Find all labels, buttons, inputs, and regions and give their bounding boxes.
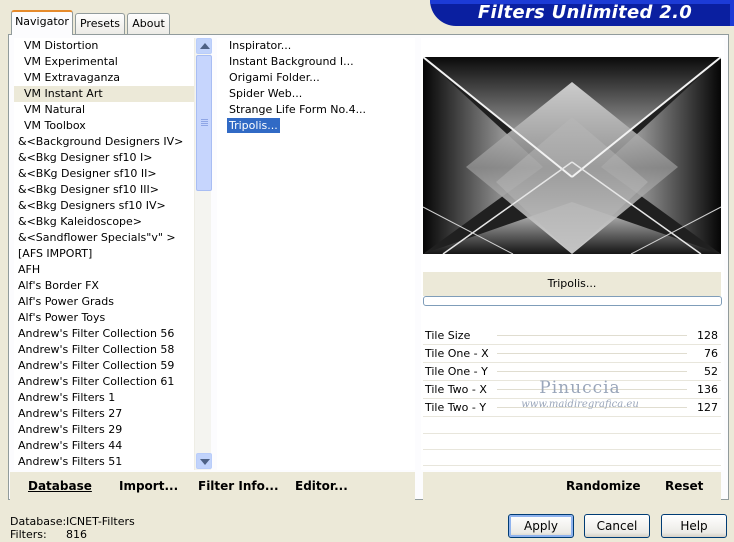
reset-label: Reset — [665, 479, 704, 493]
filter-item-label: Instant Background I... — [229, 55, 354, 68]
filter-item-label: Spider Web... — [229, 87, 303, 100]
category-item[interactable]: Andrew's Filter Collection 61 — [14, 374, 194, 390]
tab-label: About — [132, 17, 165, 30]
filter-item-label: Origami Folder... — [229, 71, 320, 84]
category-item[interactable]: AFH — [14, 262, 194, 278]
scroll-thumb[interactable] — [196, 55, 212, 191]
category-item[interactable]: &<Bkg Designer sf10 I> — [14, 150, 194, 166]
chevron-up-icon — [200, 43, 210, 49]
filter-name-label: Tripolis... — [423, 272, 721, 296]
database-label: Database — [28, 479, 92, 493]
category-item[interactable]: &<Sandflower Specials"v" > — [14, 230, 194, 246]
parameter-slider[interactable] — [497, 353, 687, 354]
filter-list[interactable]: Inspirator... Instant Background I... Orig… — [217, 38, 415, 470]
filters-info-value: 816 — [66, 528, 87, 541]
filter-item[interactable]: Strange Life Form No.4... — [217, 102, 415, 118]
parameter-name: Tile One - Y — [425, 365, 488, 378]
tab-about[interactable]: About — [127, 13, 170, 34]
parameter-name: Tile One - X — [425, 347, 489, 360]
database-info-label: Database: — [10, 515, 67, 528]
randomize-label: Randomize — [566, 479, 641, 493]
category-item[interactable]: &<Background Designers IV> — [14, 134, 194, 150]
filter-item[interactable]: Instant Background I... — [217, 54, 415, 70]
category-item[interactable]: VM Experimental — [14, 54, 194, 70]
parameter-value: 136 — [697, 383, 718, 396]
parameter-value: 52 — [704, 365, 718, 378]
category-item[interactable]: &<BKg Designer sf10 II> — [14, 166, 194, 182]
parameter-value: 76 — [704, 347, 718, 360]
category-item[interactable]: &<Bkg Designer sf10 III> — [14, 182, 194, 198]
filters-info-label: Filters: — [10, 528, 47, 541]
watermark-name: Pinuccia — [539, 378, 621, 398]
filter-item[interactable]: Inspirator... — [217, 38, 415, 54]
reset-button[interactable]: Reset — [665, 478, 703, 494]
parameter-slider[interactable] — [497, 371, 687, 372]
filter-item-label: Inspirator... — [229, 39, 292, 52]
filter-preview — [423, 57, 721, 254]
import-label: Import... — [119, 479, 179, 493]
category-item[interactable]: VM Toolbox — [14, 118, 194, 134]
editor-label: Editor... — [295, 479, 348, 493]
tab-presets[interactable]: Presets — [75, 13, 125, 34]
tab-navigator[interactable]: Navigator — [11, 10, 73, 35]
category-list[interactable]: VM Distortion VM Experimental VM Extravaga… — [14, 38, 194, 470]
category-item[interactable]: &<Bkg Kaleidoscope> — [14, 214, 194, 230]
editor-button[interactable]: Editor... — [295, 478, 348, 494]
category-item[interactable]: Alf's Power Grads — [14, 294, 194, 310]
filter-item[interactable]: Origami Folder... — [217, 70, 415, 86]
import-button[interactable]: Import... — [119, 478, 178, 494]
cancel-button[interactable]: Cancel — [584, 514, 650, 538]
category-item[interactable]: Andrew's Filter Collection 56 — [14, 326, 194, 342]
help-button[interactable]: Help — [661, 514, 727, 538]
category-item[interactable]: &<Bkg Designers sf10 IV> — [14, 198, 194, 214]
database-info-value: ICNET-Filters — [66, 515, 135, 528]
parameter-slider[interactable] — [497, 335, 687, 336]
filter-item[interactable]: Tripolis... — [217, 118, 415, 134]
filter-item-label: Strange Life Form No.4... — [229, 103, 367, 116]
filter-item-label: Tripolis... — [227, 118, 280, 133]
parameter-row[interactable]: Tile One - X 76 — [423, 345, 721, 363]
category-item[interactable]: VM Natural — [14, 102, 194, 118]
category-item[interactable]: VM Extravaganza — [14, 70, 194, 86]
scroll-down-button[interactable] — [196, 453, 212, 469]
category-item[interactable]: [AFS IMPORT] — [14, 246, 194, 262]
window-title: Filters Unlimited 2.0 — [477, 2, 693, 23]
tab-label: Navigator — [15, 15, 69, 28]
scroll-up-button[interactable] — [196, 38, 212, 54]
apply-button[interactable]: Apply — [508, 514, 574, 538]
category-item[interactable]: Andrew's Filters 29 — [14, 422, 194, 438]
category-item[interactable]: Alf's Power Toys — [14, 310, 194, 326]
parameter-name: Tile Size — [425, 329, 471, 342]
parameter-name: Tile Two - X — [425, 383, 487, 396]
parameter-row[interactable]: Tile Size 128 — [423, 327, 721, 345]
category-item[interactable]: Andrew's Filter Collection 59 — [14, 358, 194, 374]
category-item[interactable]: Andrew's Filters 27 — [14, 406, 194, 422]
category-item[interactable]: VM Instant Art — [14, 86, 194, 102]
filter-info-label: Filter Info... — [198, 479, 279, 493]
parameter-value: 128 — [697, 329, 718, 342]
category-item[interactable]: Andrew's Filters 1 — [14, 390, 194, 406]
database-button[interactable]: Database — [28, 478, 92, 494]
randomize-button[interactable]: Randomize — [566, 478, 640, 494]
empty-parameter-row — [423, 450, 721, 466]
category-item[interactable]: VM Distortion — [14, 38, 194, 54]
empty-parameter-row — [423, 434, 721, 450]
watermark-url: www.maidiregrafica.eu — [521, 399, 639, 410]
chevron-down-icon — [200, 459, 210, 465]
preview-image — [423, 57, 721, 254]
filter-info-button[interactable]: Filter Info... — [198, 478, 279, 494]
parameter-name: Tile Two - Y — [425, 401, 487, 414]
progress-bar — [423, 296, 722, 306]
parameter-value: 127 — [697, 401, 718, 414]
filter-item[interactable]: Spider Web... — [217, 86, 415, 102]
empty-parameter-row — [423, 418, 721, 434]
category-item[interactable]: Andrew's Filter Collection 58 — [14, 342, 194, 358]
category-scrollbar[interactable] — [194, 38, 212, 470]
category-item[interactable]: Andrew's Filters 51 — [14, 454, 194, 470]
category-item[interactable]: Andrew's Filters 44 — [14, 438, 194, 454]
watermark: Pinuccia www.maidiregrafica.eu — [500, 378, 660, 412]
tab-label: Presets — [79, 17, 121, 30]
category-item[interactable]: Alf's Border FX — [14, 278, 194, 294]
